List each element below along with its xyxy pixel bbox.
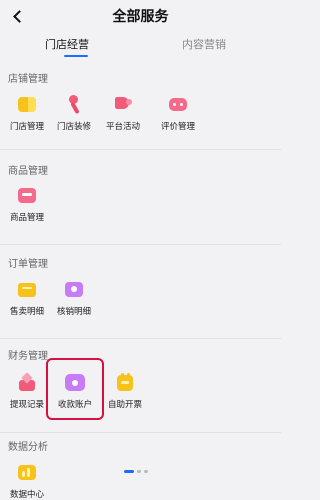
tab-store-operation[interactable]: 门店经营: [45, 36, 89, 52]
section-divider: [0, 244, 281, 245]
section-divider: [0, 338, 281, 339]
service-self-invoice[interactable]: 自助开票: [99, 370, 151, 418]
section-divider: [0, 432, 281, 433]
scroll-indicator: [120, 470, 160, 474]
service-platform-activity[interactable]: 平台活动: [97, 92, 149, 140]
service-sales-detail[interactable]: 售卖明细: [1, 277, 53, 325]
invoice-icon: [114, 372, 136, 392]
sales-icon: [16, 279, 38, 299]
service-label: 售卖明细: [9, 307, 44, 317]
paintbrush-icon: [63, 94, 85, 115]
section-title-store: 店铺管理: [8, 74, 48, 85]
section-title-goods: 商品管理: [8, 166, 48, 177]
verify-icon: [63, 279, 85, 299]
service-label: 商品管理: [9, 213, 44, 223]
service-goods-manage[interactable]: 商品管理: [1, 183, 53, 231]
service-review-manage[interactable]: 评价管理: [152, 92, 204, 140]
header: 全部服务: [0, 0, 281, 34]
section-title-orders: 订单管理: [8, 259, 48, 270]
scroll-indicator-dot: [137, 470, 141, 473]
data-icon: [16, 462, 38, 482]
section-divider: [0, 149, 281, 150]
service-label: 平台活动: [105, 122, 140, 132]
service-label: 数据中心: [9, 490, 44, 500]
service-label: 提现记录: [9, 400, 44, 410]
withdraw-icon: [16, 372, 38, 392]
service-store-decor[interactable]: 门店装修: [48, 92, 100, 140]
service-label: 门店装修: [56, 122, 91, 132]
scroll-indicator-dot: [144, 470, 148, 473]
scroll-indicator-active: [124, 470, 134, 473]
active-tab-indicator: [64, 55, 88, 57]
service-label: 门店管理: [9, 122, 44, 132]
service-verify-detail[interactable]: 核销明细: [48, 277, 100, 325]
service-store-manage[interactable]: 门店管理: [1, 92, 53, 140]
service-label: 核销明细: [56, 307, 91, 317]
service-label: 评价管理: [160, 122, 195, 132]
store-icon: [16, 94, 38, 114]
tab-content-marketing[interactable]: 内容营销: [182, 36, 226, 52]
section-title-analytics: 数据分析: [8, 442, 48, 453]
service-label: 自助开票: [107, 400, 142, 410]
section-title-finance: 财务管理: [8, 351, 48, 362]
page-title: 全部服务: [112, 9, 169, 25]
tab-bar: 门店经营 内容营销: [0, 34, 281, 62]
review-icon: [167, 94, 189, 114]
megaphone-icon: [112, 94, 134, 114]
selection-highlight-box: [46, 358, 104, 420]
goods-icon: [16, 185, 38, 205]
service-data-center[interactable]: 数据中心: [1, 460, 53, 500]
